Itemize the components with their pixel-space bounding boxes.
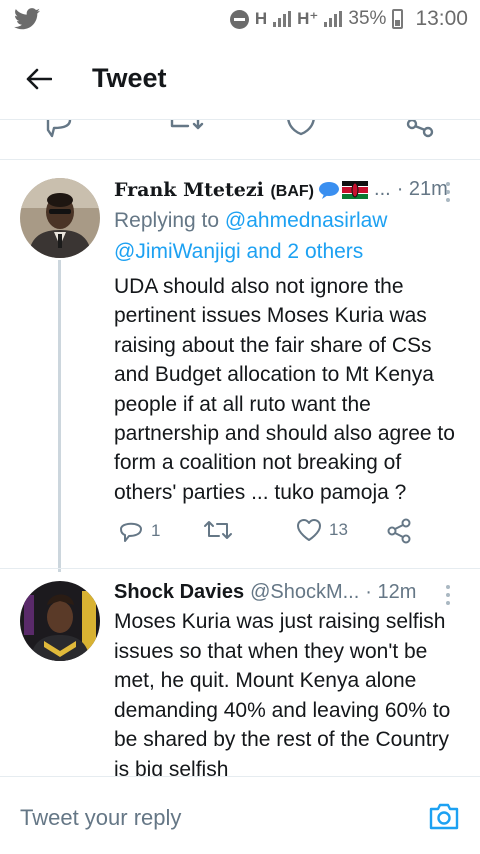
handle: ... — [374, 178, 391, 200]
signal-icon — [273, 11, 292, 27]
share-icon — [387, 518, 411, 544]
others-link[interactable]: and 2 others — [241, 240, 364, 263]
app-header: Tweet — [0, 38, 480, 120]
like-button[interactable]: 13 — [296, 518, 348, 542]
reply-icon[interactable] — [44, 120, 74, 142]
battery-percent: 35% — [348, 8, 387, 29]
handle: @ShockM... — [250, 581, 360, 603]
mention-link[interactable]: @ahmednasirlaw — [225, 209, 388, 232]
timestamp: · 21m — [396, 178, 448, 200]
avatar-photo-shock — [20, 581, 100, 661]
tweet-header: Shock Davies @ShockM... · 12m — [114, 581, 466, 605]
heart-icon[interactable] — [285, 120, 317, 142]
timestamp: · 12m — [365, 581, 417, 603]
camera-button[interactable] — [428, 801, 460, 836]
retweet-button[interactable] — [202, 518, 241, 542]
tweet-reply-2[interactable]: Shock Davies @ShockM... · 12m Moses Kuri… — [0, 568, 480, 781]
back-button[interactable] — [0, 38, 92, 120]
like-count: 13 — [329, 520, 348, 539]
display-name[interactable]: Shock Davies — [114, 581, 244, 604]
retweet-icon — [204, 521, 232, 539]
replying-to: Replying to @ahmednasirlaw @JimiWanjigi a… — [114, 209, 388, 263]
reply-input[interactable]: Tweet your reply — [20, 805, 181, 831]
camera-icon — [429, 803, 459, 830]
more-vertical-icon[interactable] — [446, 182, 452, 206]
avatar[interactable] — [20, 581, 100, 661]
tweet-text: Moses Kuria was just raising selfish iss… — [114, 610, 451, 781]
page-title: Tweet — [92, 63, 167, 93]
network-type-2: H⁺ — [297, 9, 319, 28]
signal-icon-2 — [324, 11, 343, 27]
speech-bubble-emoji-icon — [319, 181, 340, 199]
tweet-reply-1[interactable]: Frank Mtetezi (BAF) ... · 21m Replying t… — [0, 160, 480, 572]
reply-button[interactable]: 1 — [118, 518, 160, 544]
back-arrow-icon — [26, 68, 52, 89]
network-type-1: H — [254, 9, 268, 28]
tweet-header: Frank Mtetezi (BAF) ... · 21m — [114, 178, 466, 202]
thread-line — [58, 260, 61, 572]
reply-icon — [120, 522, 142, 542]
reply-count: 1 — [151, 521, 161, 540]
status-bar: H H⁺ 35% 13:00 — [0, 0, 480, 38]
clock: 13:00 — [415, 7, 468, 30]
mention-link[interactable]: @JimiWanjigi — [114, 240, 241, 263]
heart-icon — [297, 519, 321, 541]
tweet-text: UDA should also not ignore the pertinent… — [114, 275, 455, 504]
retweet-icon[interactable] — [166, 120, 206, 142]
tweet-actions: 1 13 — [114, 518, 434, 548]
do-not-disturb-icon — [229, 9, 249, 29]
avatar-photo-frank — [20, 178, 100, 258]
share-icon[interactable] — [404, 120, 436, 142]
share-button[interactable] — [386, 518, 412, 544]
avatar[interactable] — [20, 178, 100, 258]
more-vertical-icon[interactable] — [446, 585, 452, 609]
twitter-bird-icon — [14, 8, 40, 30]
display-name[interactable]: Frank Mtetezi (BAF) — [114, 179, 314, 201]
name-tag: (BAF) — [270, 182, 315, 200]
reply-bar: Tweet your reply — [0, 776, 480, 854]
previous-tweet-actions — [0, 120, 480, 160]
battery-icon — [392, 9, 404, 29]
kenya-flag-emoji-icon — [342, 180, 369, 199]
